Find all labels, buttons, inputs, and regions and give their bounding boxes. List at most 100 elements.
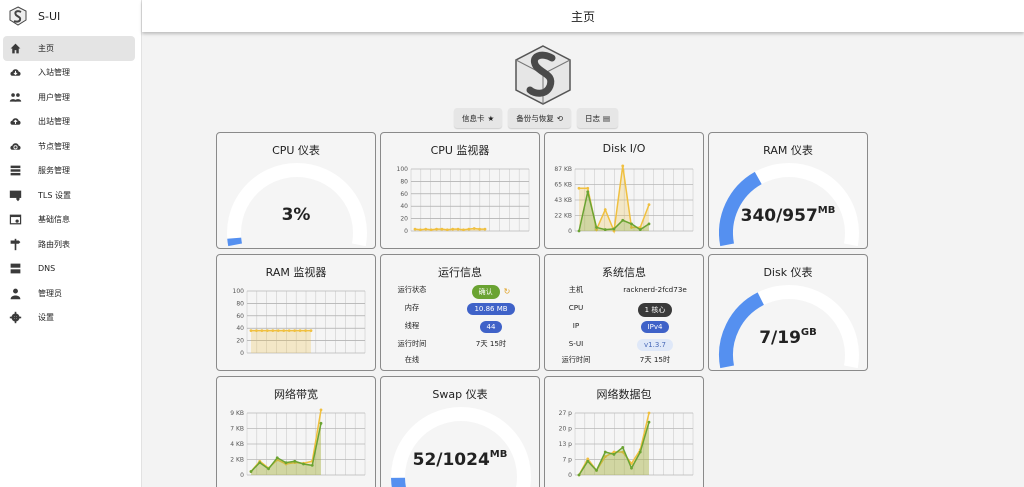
page-title: 主页 — [570, 9, 595, 24]
data-point — [309, 329, 313, 333]
data-point — [440, 227, 444, 231]
data-point — [595, 469, 598, 472]
home-icon — [8, 41, 22, 55]
info-value: 确认 ↻ — [445, 285, 537, 299]
cpu-cores-badge: 1 核心 — [637, 303, 673, 317]
info-row: 主机 racknerd-2fcd73e — [545, 283, 703, 297]
data-point — [467, 227, 471, 231]
data-point — [298, 329, 302, 333]
disk-gauge-value: 7/19GB — [709, 327, 867, 348]
ip-badge[interactable]: IPv4 — [640, 321, 670, 333]
data-point — [249, 329, 253, 333]
data-point — [577, 473, 581, 477]
sidebar-item-5[interactable]: 服务管理 — [3, 159, 135, 184]
data-point — [630, 466, 633, 470]
hero-logo-icon — [515, 45, 571, 105]
sidebar-item-label: DNS — [38, 264, 56, 274]
cpu-gauge-value: 3% — [217, 205, 375, 225]
sidebar-item-label: 基础信息 — [38, 215, 70, 225]
sidebar-item-label: 用户管理 — [38, 92, 70, 102]
card-title: CPU 仪表 — [272, 144, 320, 157]
sidebar-item-7[interactable]: 基础信息 — [3, 208, 135, 233]
brand-name: S-UI — [38, 9, 61, 23]
data-point — [647, 411, 651, 415]
data-point — [577, 186, 581, 190]
info-value: IPv4 — [609, 321, 701, 333]
gauge-fill — [391, 477, 406, 487]
info-key: CPU — [568, 303, 584, 312]
logs-button[interactable]: 日志 ▤ — [577, 108, 619, 128]
y-tick-label: 9 KB — [230, 410, 244, 417]
backup-restore-button[interactable]: 备份与恢复 ⟲ — [508, 108, 572, 128]
data-point — [451, 227, 455, 231]
sidebar-item-label: 设置 — [38, 313, 54, 323]
sidebar-item-8[interactable]: 路由列表 — [3, 232, 135, 257]
data-point — [638, 450, 642, 454]
sidebar-item-label: 服务管理 — [38, 166, 70, 176]
info-key: 在线 — [404, 355, 420, 364]
series-area — [251, 330, 311, 353]
info-key: 内存 — [404, 303, 420, 312]
sidebar-item-9[interactable]: DNS — [3, 257, 135, 282]
star-cog-icon: ★ — [487, 113, 495, 123]
sidebar-item-6[interactable]: TLS 设置 — [3, 183, 135, 208]
disk-io-card: 87 KB 65 KB 43 KB 22 KB 0 Disk I/O — [544, 132, 704, 249]
data-point — [260, 329, 264, 333]
sidebar-item-11[interactable]: 设置 — [3, 306, 135, 331]
data-point — [456, 227, 460, 231]
run-info-card: 运行信息 运行状态 确认 ↻ 内存 10.86 MB 线程 44 运行时间 7天 … — [380, 254, 540, 371]
sidebar-item-4[interactable]: 节点管理 — [3, 134, 135, 159]
info-row: IP IPv4 — [545, 319, 703, 333]
data-point — [293, 329, 297, 333]
data-point — [429, 228, 433, 232]
data-point — [304, 329, 307, 333]
sidebar-item-1[interactable]: 入站管理 — [3, 61, 135, 86]
info-value: 7天 15时 — [475, 339, 507, 348]
y-tick-label: 13 p — [559, 441, 573, 448]
data-point — [287, 329, 291, 333]
info-value: 10.86 MB — [445, 303, 537, 315]
gauge-fill — [227, 237, 243, 247]
y-tick-label: 60 — [400, 191, 408, 198]
data-point — [275, 456, 279, 460]
y-tick-label: 7 p — [562, 457, 572, 464]
data-point — [612, 227, 616, 231]
sidebar-item-label: 管理员 — [38, 288, 62, 298]
app-logo-icon — [9, 6, 27, 26]
info-cards-button[interactable]: 信息卡 ★ — [454, 108, 503, 128]
system-info-card: 系统信息 主机 racknerd-2fcd73e CPU 1 核心 IP IPv… — [544, 254, 704, 371]
data-point — [462, 228, 465, 232]
card-title: Disk I/O — [602, 142, 646, 155]
logs-label: 日志 — [585, 113, 601, 123]
data-point — [258, 461, 262, 464]
y-tick-label: 27 p — [559, 410, 573, 417]
data-point — [586, 190, 590, 194]
info-cards-label: 信息卡 — [462, 113, 485, 123]
card-title: CPU 监视器 — [430, 144, 490, 157]
data-point — [577, 229, 581, 233]
sidebar-item-2[interactable]: 用户管理 — [3, 85, 135, 110]
sidebar-item-0[interactable]: 主页 — [3, 36, 135, 61]
info-key: S-UI — [568, 339, 584, 348]
y-tick-label: 80 — [400, 178, 408, 185]
info-row: 线程 44 — [381, 319, 539, 333]
data-point — [267, 467, 270, 471]
data-point — [265, 329, 269, 333]
data-point — [647, 222, 651, 226]
card-title: 运行信息 — [438, 266, 482, 279]
sidebar-item-3[interactable]: 出站管理 — [3, 110, 135, 135]
series-area — [251, 423, 321, 475]
info-key: 线程 — [404, 321, 420, 330]
info-row: S-UI v1.3.7 — [545, 337, 703, 351]
y-tick-label: 43 KB — [554, 197, 572, 204]
dns-icon — [8, 262, 22, 276]
data-point — [638, 228, 642, 231]
data-point — [310, 463, 314, 467]
sidebar-item-10[interactable]: 管理员 — [3, 281, 135, 306]
data-point — [630, 222, 633, 226]
swap-gauge-value: 52/1024MB — [381, 449, 539, 470]
data-point — [603, 208, 607, 212]
card-title: Swap 仪表 — [432, 388, 488, 401]
refresh-icon[interactable]: ↻ — [504, 287, 511, 296]
y-tick-label: 0 — [240, 350, 244, 357]
